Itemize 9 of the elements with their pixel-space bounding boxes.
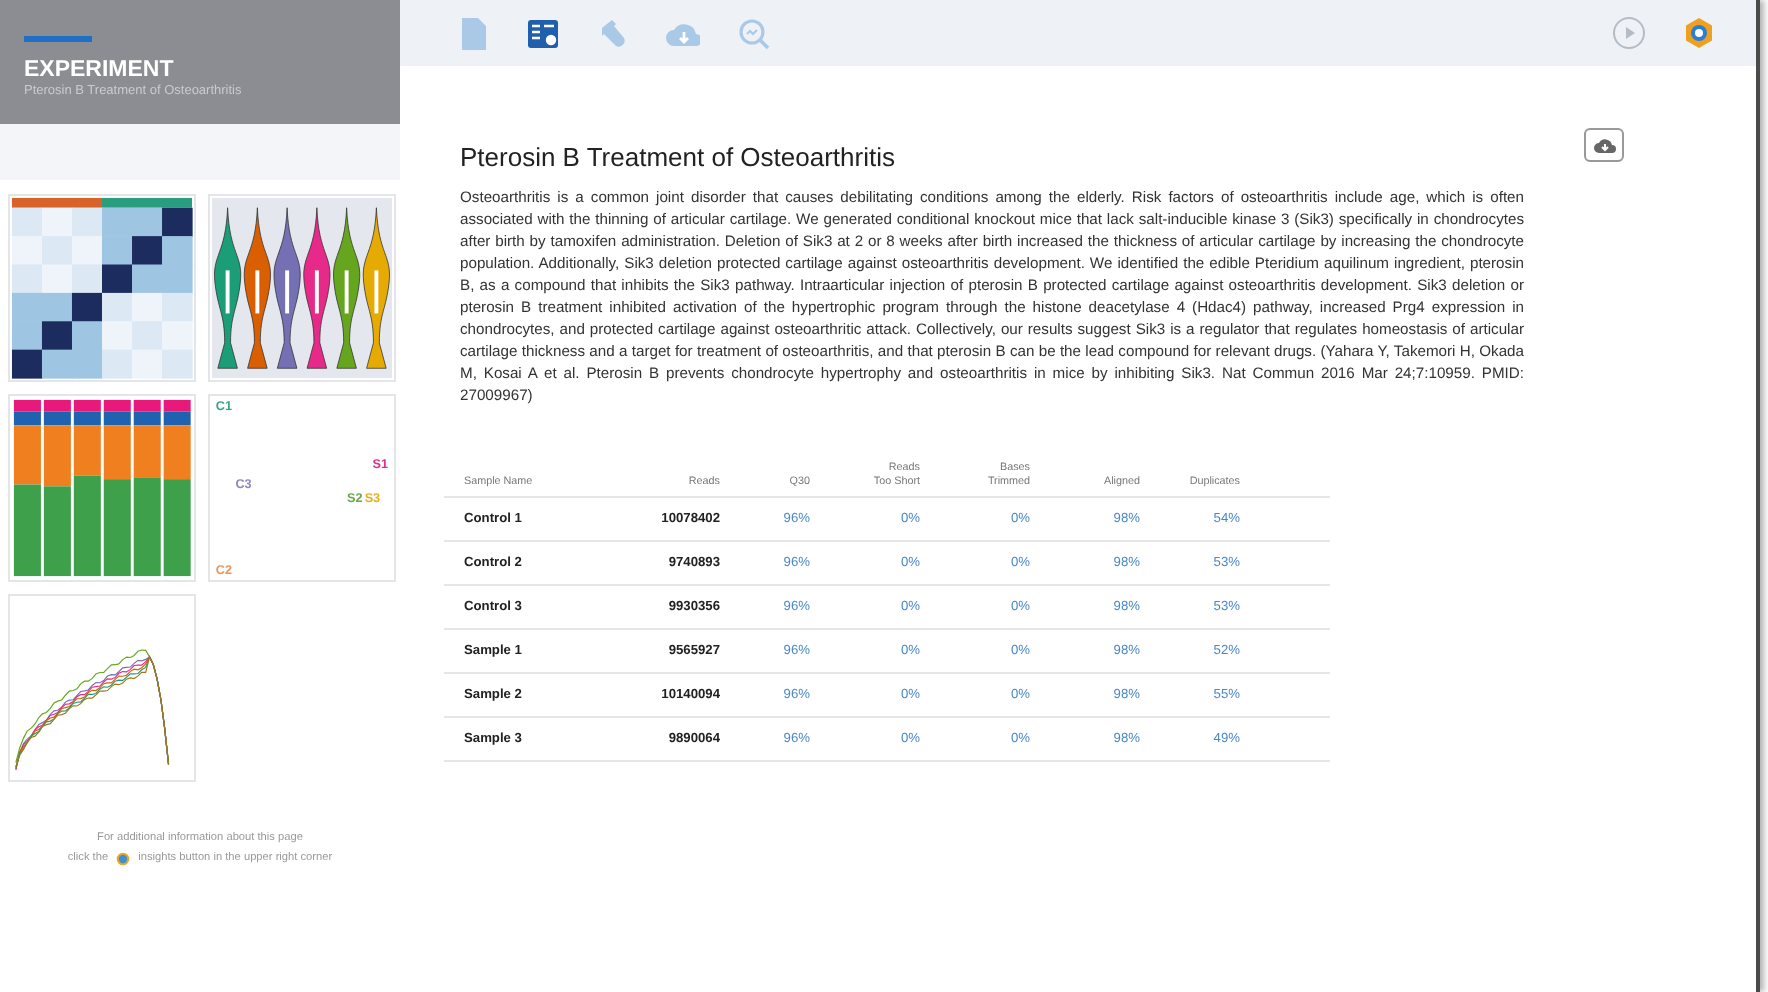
accent-bar (24, 36, 92, 42)
line-chart-thumbnail[interactable] (8, 594, 196, 782)
insights-icon[interactable] (1682, 16, 1716, 50)
article-title: Pterosin B Treatment of Osteoarthritis (460, 142, 897, 174)
table-icon[interactable] (526, 16, 560, 50)
cloud-download-icon (1593, 137, 1615, 153)
experiment-label: EXPERIMENT (24, 58, 176, 82)
download-button[interactable] (1584, 128, 1624, 162)
insights-icon (116, 851, 131, 865)
